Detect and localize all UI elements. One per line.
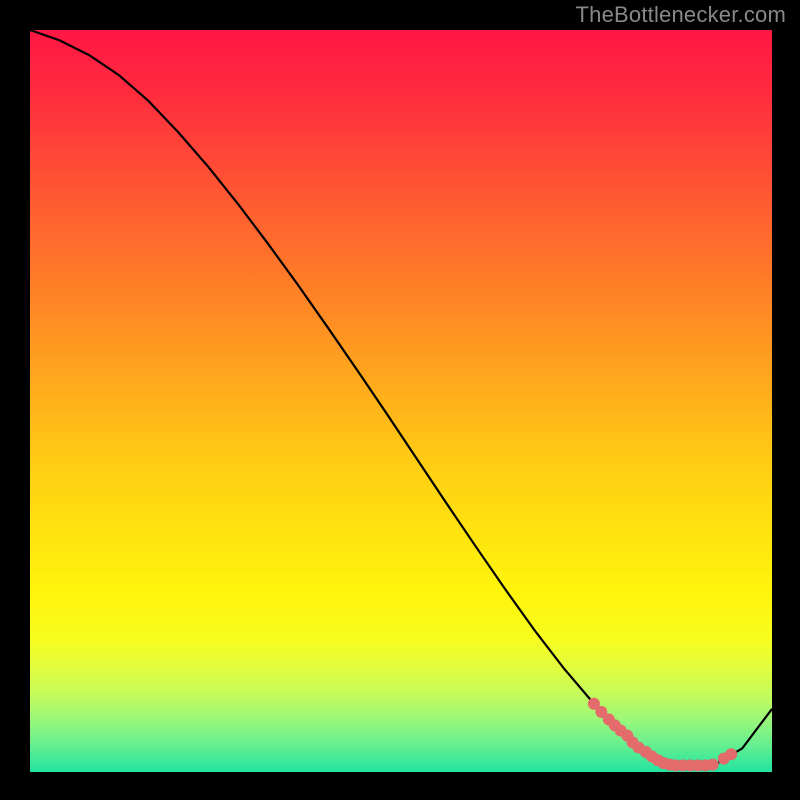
chart-svg (30, 30, 772, 772)
chart-background (30, 30, 772, 772)
chart-plot-area (30, 30, 772, 772)
scatter-point (725, 748, 737, 760)
attribution-text: TheBottlenecker.com (576, 2, 786, 28)
scatter-point (707, 759, 719, 771)
